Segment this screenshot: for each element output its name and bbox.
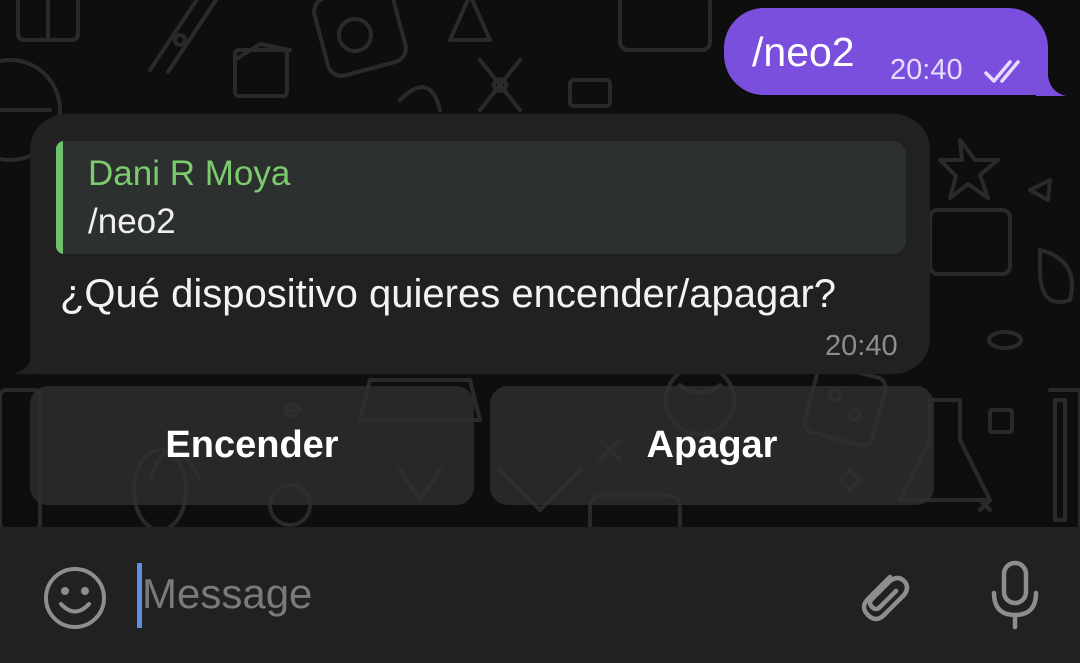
message-input-bar [0, 527, 1080, 663]
reply-quote[interactable]: Dani R Moya /neo2 [56, 141, 906, 254]
incoming-message-text: ¿Qué dispositivo quieres encender/apagar… [60, 272, 837, 316]
paperclip-icon[interactable] [850, 563, 914, 627]
outgoing-message-bubble[interactable]: /neo2 20:40 [724, 8, 1048, 95]
keyboard-button-encender[interactable]: Encender [30, 386, 474, 505]
reply-sender-name: Dani R Moya [88, 154, 291, 193]
text-caret [137, 563, 142, 628]
incoming-message-bubble[interactable]: Dani R Moya /neo2 ¿Qué dispositivo quier… [30, 114, 930, 374]
microphone-icon[interactable] [982, 559, 1048, 631]
smiley-icon[interactable] [42, 565, 108, 631]
outgoing-message-text: /neo2 [752, 29, 855, 75]
incoming-message-time: 20:40 [825, 330, 898, 362]
reply-accent-bar [56, 141, 63, 254]
double-check-icon [984, 60, 1020, 83]
keyboard-button-apagar[interactable]: Apagar [490, 386, 934, 505]
reply-quoted-text: /neo2 [88, 202, 176, 241]
outgoing-message-time: 20:40 [890, 54, 963, 86]
chat-area: /neo2 20:40 Dani R Moya /neo2 ¿Qué dispo… [0, 0, 1080, 527]
message-input[interactable] [136, 559, 822, 629]
